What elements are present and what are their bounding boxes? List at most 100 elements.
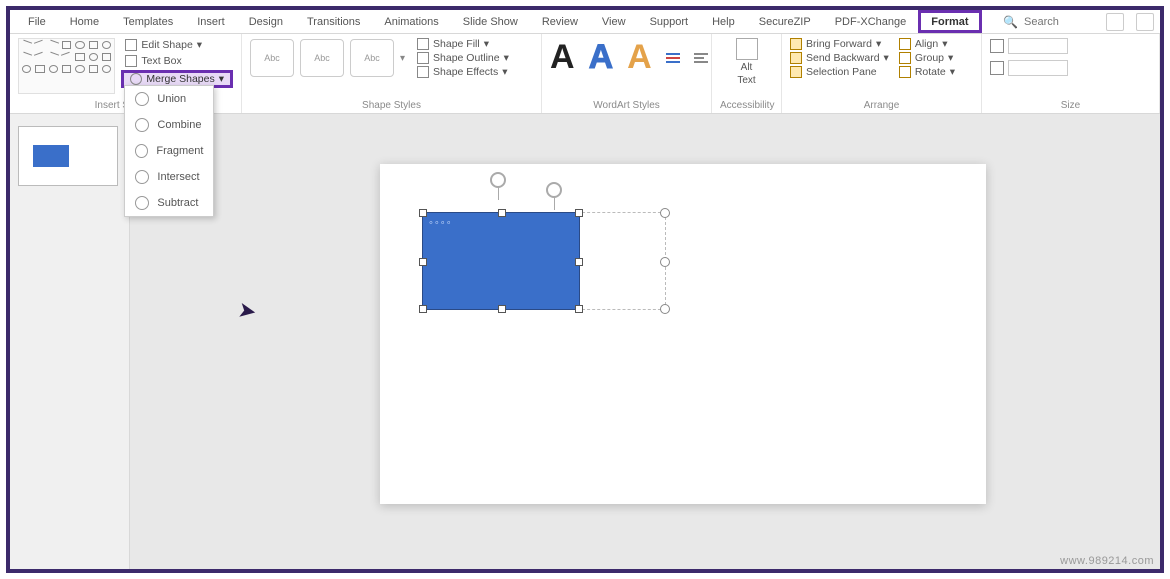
resize-handle[interactable] (419, 258, 427, 266)
shape-outline-button[interactable]: Shape Outline▾ (417, 52, 509, 64)
style-swatch-2[interactable]: Abc (300, 39, 344, 77)
tab-view[interactable]: View (590, 10, 638, 33)
rotation-handle-2[interactable] (546, 182, 562, 198)
selection-handle[interactable] (660, 304, 670, 314)
style-swatch-3[interactable]: Abc (350, 39, 394, 77)
tab-animations[interactable]: Animations (372, 10, 450, 33)
app-window: File Home Templates Insert Design Transi… (6, 6, 1164, 573)
wordart-style-2[interactable]: A (589, 38, 614, 77)
union-label: Union (157, 93, 186, 105)
intersect-label: Intersect (157, 171, 199, 183)
merge-fragment[interactable]: Fragment (125, 138, 213, 164)
group-accessibility: Alt Text Accessibility (712, 34, 782, 113)
edit-shape-button[interactable]: Edit Shape ▾ (121, 38, 233, 52)
chevron-down-icon: ▾ (876, 38, 881, 50)
chevron-down-icon: ▾ (197, 39, 202, 51)
selection-handle[interactable] (660, 257, 670, 267)
alt-text-button[interactable]: Alt Text (720, 38, 773, 86)
shape-effects-button[interactable]: Shape Effects▾ (417, 66, 509, 78)
group-label-shape-styles: Shape Styles (250, 98, 533, 111)
wordart-style-1[interactable]: A (550, 38, 575, 77)
resize-handle[interactable] (498, 305, 506, 313)
group-size: Size (982, 34, 1160, 113)
shape-gallery[interactable] (18, 38, 115, 94)
rotation-handle[interactable] (490, 172, 506, 188)
tab-file[interactable]: File (16, 10, 58, 33)
resize-handle[interactable] (419, 209, 427, 217)
group-label-wordart: WordArt Styles (550, 98, 703, 111)
tab-transitions[interactable]: Transitions (295, 10, 372, 33)
tab-insert[interactable]: Insert (185, 10, 237, 33)
merge-shapes-menu: Union Combine Fragment Intersect Subtrac… (124, 85, 214, 217)
send-backward-button[interactable]: Send Backward▾ (790, 52, 889, 64)
resize-handle[interactable] (575, 258, 583, 266)
tab-slideshow[interactable]: Slide Show (451, 10, 530, 33)
tab-review[interactable]: Review (530, 10, 590, 33)
text-fill-icon (666, 53, 680, 55)
pen-icon (417, 52, 429, 64)
comments-button[interactable] (1136, 13, 1154, 31)
align-button[interactable]: Align▾ (899, 38, 955, 50)
tab-pdfxchange[interactable]: PDF-XChange (823, 10, 919, 33)
text-box-button[interactable]: Text Box (121, 54, 233, 68)
search-input[interactable] (1024, 16, 1094, 28)
share-button[interactable] (1106, 13, 1124, 31)
selection-pane-icon (790, 66, 802, 78)
merge-shapes-label: Merge Shapes (146, 73, 214, 85)
ribbon: Edit Shape ▾ Text Box Merge Shapes ▾ Unio… (10, 34, 1160, 114)
tab-securezip[interactable]: SecureZIP (747, 10, 823, 33)
group-icon (899, 52, 911, 64)
send-backward-label: Send Backward (806, 52, 880, 64)
tab-templates[interactable]: Templates (111, 10, 185, 33)
tab-home[interactable]: Home (58, 10, 111, 33)
merge-shapes-button[interactable]: Merge Shapes ▾ Union Combine Fragment In… (121, 70, 233, 88)
group-button[interactable]: Group▾ (899, 52, 955, 64)
edit-shape-label: Edit Shape (141, 39, 192, 51)
selection-handle[interactable] (660, 208, 670, 218)
wordart-style-3[interactable]: A (627, 38, 652, 77)
resize-handle[interactable] (419, 305, 427, 313)
tab-help[interactable]: Help (700, 10, 747, 33)
search-group: 🔍 (1003, 13, 1154, 31)
align-label: Align (915, 38, 938, 50)
chevron-down-icon[interactable]: ▾ (400, 53, 405, 64)
wordart-align[interactable] (694, 53, 708, 63)
alt-text-icon (736, 38, 758, 60)
tab-support[interactable]: Support (638, 10, 701, 33)
selection-pane-button[interactable]: Selection Pane (790, 66, 889, 78)
align-objects-icon (899, 38, 911, 50)
text-outline-icon (666, 57, 680, 59)
rotate-button[interactable]: Rotate ▾ (899, 66, 955, 78)
height-input[interactable] (1008, 38, 1068, 54)
rotate-label: Rotate (915, 66, 946, 78)
merge-combine[interactable]: Combine (125, 112, 213, 138)
wordart-more[interactable] (666, 53, 680, 63)
resize-handle[interactable] (498, 209, 506, 217)
merge-subtract[interactable]: Subtract (125, 190, 213, 216)
group-wordart-styles: A A A WordArt Styles (542, 34, 712, 113)
merge-intersect[interactable]: Intersect (125, 164, 213, 190)
tab-design[interactable]: Design (237, 10, 295, 33)
bring-forward-icon (790, 38, 802, 50)
shape-fill-button[interactable]: Shape Fill▾ (417, 38, 509, 50)
annotation-arrow-icon: ➤ (236, 297, 259, 326)
merge-union[interactable]: Union (125, 86, 213, 112)
bring-forward-button[interactable]: Bring Forward ▾ (790, 38, 889, 50)
slide-thumbnail-1[interactable] (18, 126, 118, 186)
canvas-area[interactable]: ➤ ◦◦◦◦ (130, 114, 1160, 569)
combine-icon (135, 118, 149, 132)
style-swatch-1[interactable]: Abc (250, 39, 294, 77)
chevron-down-icon: ▾ (950, 66, 955, 78)
resize-handle[interactable] (575, 209, 583, 217)
bucket-icon (417, 38, 429, 50)
bring-forward-label: Bring Forward (806, 38, 872, 50)
tab-format[interactable]: Format (918, 10, 981, 33)
slide-canvas[interactable]: ◦◦◦◦ (380, 164, 986, 504)
resize-handle[interactable] (575, 305, 583, 313)
width-icon (990, 61, 1004, 75)
width-input[interactable] (1008, 60, 1068, 76)
selected-rectangle-shape[interactable]: ◦◦◦◦ (422, 212, 580, 310)
thumbnail-shape (33, 145, 69, 167)
slide-thumbnail-panel[interactable] (10, 114, 130, 569)
chevron-down-icon: ▾ (948, 52, 953, 64)
